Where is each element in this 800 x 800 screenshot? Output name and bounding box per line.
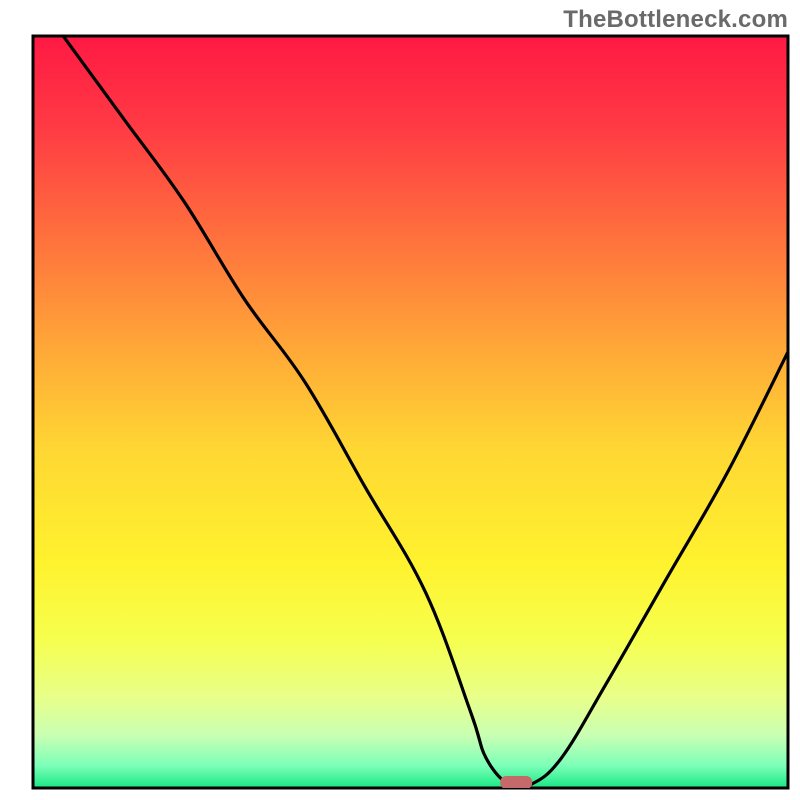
optimal-marker bbox=[500, 776, 532, 789]
plot-area bbox=[33, 36, 788, 789]
chart-stage: TheBottleneck.com bbox=[0, 0, 800, 800]
bottleneck-chart bbox=[0, 0, 800, 800]
